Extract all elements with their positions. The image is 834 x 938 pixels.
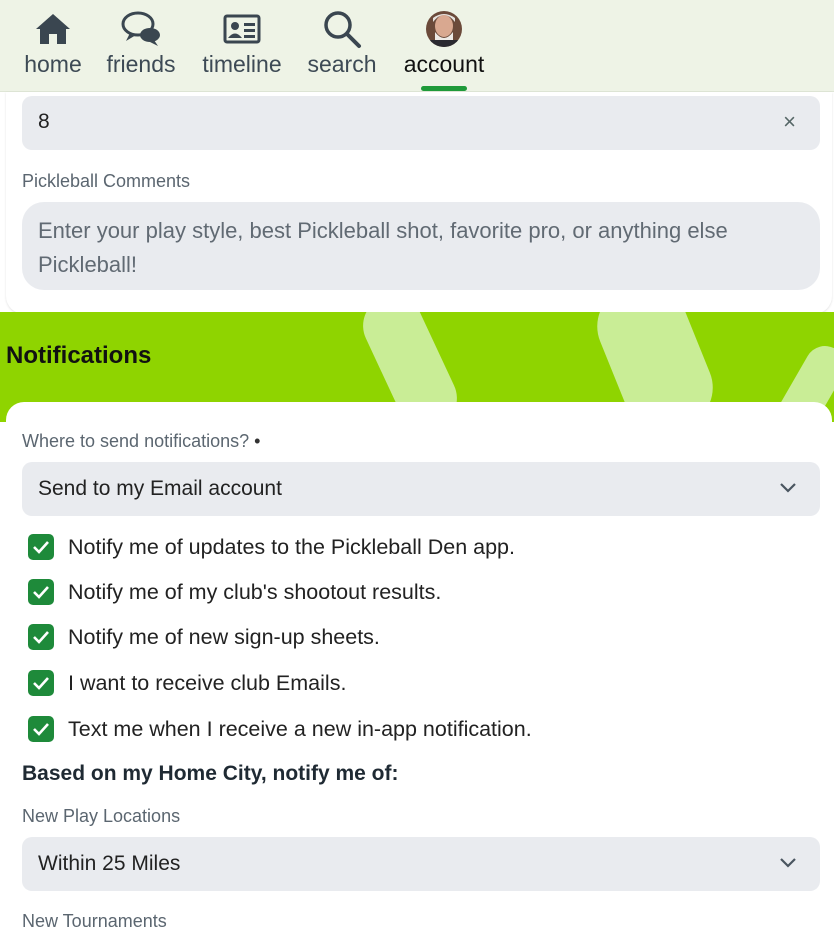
nav-search[interactable]: search xyxy=(304,8,380,92)
comments-label: Pickleball Comments xyxy=(22,171,191,191)
checkbox-label: Notify me of new sign-up sheets. xyxy=(68,624,380,649)
checkbox-row-shootout-results[interactable]: Notify me of my club's shootout results. xyxy=(28,577,441,607)
nav-timeline-label: timeline xyxy=(202,51,282,77)
id-card-icon xyxy=(220,8,264,50)
home-icon xyxy=(31,8,75,50)
chevron-down-icon xyxy=(778,480,798,499)
nav-timeline[interactable]: timeline xyxy=(197,8,287,92)
checkbox-row-club-emails[interactable]: I want to receive club Emails. xyxy=(28,668,346,698)
nav-home-label: home xyxy=(24,51,82,77)
top-nav: home friends timeline search account xyxy=(0,0,834,92)
checkbox-checked[interactable] xyxy=(28,534,54,560)
checkbox-checked[interactable] xyxy=(28,670,54,696)
checkbox-label: Notify me of updates to the Pickleball D… xyxy=(68,534,515,559)
nav-friends-label: friends xyxy=(106,51,176,77)
magnifier-icon xyxy=(320,8,364,50)
checkbox-checked[interactable] xyxy=(28,624,54,650)
tournaments-label: New Tournaments xyxy=(22,911,167,931)
avatar xyxy=(422,8,466,50)
active-tab-indicator xyxy=(421,86,467,91)
play-locations-label: New Play Locations xyxy=(22,806,181,826)
checkmark-icon xyxy=(33,677,49,690)
send-notifications-label-text: Where to send notifications? xyxy=(22,431,250,451)
checkbox-row-signup-sheets[interactable]: Notify me of new sign-up sheets. xyxy=(28,622,380,652)
send-notifications-label: Where to send notifications? • xyxy=(22,431,260,452)
checkmark-icon xyxy=(33,631,49,644)
required-marker: • xyxy=(254,431,261,451)
checkbox-row-app-updates[interactable]: Notify me of updates to the Pickleball D… xyxy=(28,532,515,562)
checkbox-label: Text me when I receive a new in-app noti… xyxy=(68,716,532,741)
checkbox-checked[interactable] xyxy=(28,716,54,742)
nav-account-label: account xyxy=(403,51,485,77)
comments-textarea[interactable]: Enter your play style, best Pickleball s… xyxy=(22,202,820,290)
send-to-value: Send to my Email account xyxy=(38,477,282,500)
nav-search-label: search xyxy=(307,51,377,77)
clear-icon[interactable]: × xyxy=(783,109,796,135)
checkbox-row-text-notifications[interactable]: Text me when I receive a new in-app noti… xyxy=(28,714,532,744)
chat-bubbles-icon xyxy=(119,8,163,50)
play-locations-value: Within 25 Miles xyxy=(38,852,181,875)
checkmark-icon xyxy=(33,541,49,554)
nav-home[interactable]: home xyxy=(20,8,86,92)
home-city-heading: Based on my Home City, notify me of: xyxy=(22,762,399,785)
checkmark-icon xyxy=(33,723,49,736)
checkbox-label: I want to receive club Emails. xyxy=(68,670,347,695)
number-input[interactable]: 8 × xyxy=(22,96,820,150)
checkbox-label: Notify me of my club's shootout results. xyxy=(68,579,442,604)
checkbox-checked[interactable] xyxy=(28,579,54,605)
number-input-value: 8 xyxy=(38,110,50,133)
send-to-select[interactable]: Send to my Email account xyxy=(22,462,820,516)
nav-account[interactable]: account xyxy=(398,8,490,92)
notifications-title: Notifications xyxy=(6,342,152,369)
nav-friends[interactable]: friends xyxy=(102,8,180,92)
chevron-down-icon xyxy=(778,855,798,874)
checkmark-icon xyxy=(33,586,49,599)
play-locations-select[interactable]: Within 25 Miles xyxy=(22,837,820,891)
